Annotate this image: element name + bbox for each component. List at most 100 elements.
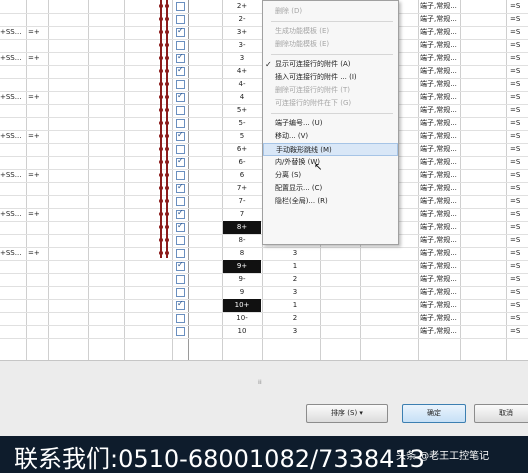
menu-item[interactable]: 端子编号... (U) bbox=[263, 117, 398, 130]
row-checkbox[interactable] bbox=[176, 182, 185, 193]
function-definition: 端子,常规... bbox=[420, 106, 457, 114]
device-tag: =S bbox=[510, 184, 521, 192]
menu-item[interactable]: 内/外替换 (W) bbox=[263, 156, 398, 169]
table-row[interactable]: 10+ 1 端子,常规... =S bbox=[0, 299, 528, 313]
terminal-pin: 4- bbox=[238, 80, 246, 88]
device-tag: =S bbox=[510, 28, 521, 36]
terminal-pin: 8- bbox=[238, 236, 246, 244]
jumper-node bbox=[159, 147, 163, 151]
row-structure: =+ bbox=[28, 210, 40, 218]
sort-button-label: 排序 (S) bbox=[331, 409, 358, 417]
jumper-node bbox=[159, 4, 163, 8]
table-row[interactable]: 9 3 端子,常规... =S bbox=[0, 286, 528, 300]
banner-text: 联系我们:0510-68001082/7338413 bbox=[14, 445, 425, 473]
row-checkbox[interactable] bbox=[176, 145, 185, 154]
check-icon: ✓ bbox=[265, 60, 272, 69]
row-structure bbox=[28, 117, 48, 130]
table-row[interactable]: 10- 2 端子,常规... =S bbox=[0, 312, 528, 326]
device-tag: =S bbox=[510, 327, 521, 335]
row-checkbox[interactable] bbox=[176, 208, 185, 219]
jumper-node bbox=[159, 108, 163, 112]
row-checkbox[interactable] bbox=[176, 80, 185, 89]
ok-button[interactable]: 确定 bbox=[402, 404, 466, 423]
jumper-node bbox=[165, 134, 169, 138]
row-checkbox[interactable] bbox=[176, 41, 185, 50]
sort-button[interactable]: 排序 (S) ▾ bbox=[306, 404, 388, 423]
row-target bbox=[0, 325, 24, 338]
row-structure bbox=[28, 325, 48, 338]
menu-item: 删除可连接行的附件 (T) bbox=[263, 84, 398, 97]
mouse-cursor-icon: ↖ bbox=[314, 162, 323, 173]
menu-item-label: 移动... (V) bbox=[275, 132, 309, 140]
table-row[interactable]: 9- 2 端子,常规... =S bbox=[0, 273, 528, 287]
row-target bbox=[0, 195, 24, 208]
row-checkbox[interactable] bbox=[176, 52, 185, 63]
table-row[interactable]: +SS... =+ 8 3 端子,常规... =S bbox=[0, 247, 528, 261]
splitter-grip-icon[interactable]: ⁞⁞ bbox=[258, 379, 268, 386]
row-checkbox[interactable] bbox=[176, 65, 185, 76]
row-checkbox[interactable] bbox=[176, 314, 185, 323]
menu-item[interactable]: 手动鞍形跳线 (M) bbox=[263, 143, 398, 156]
level-index: 1 bbox=[292, 301, 298, 309]
row-structure bbox=[28, 286, 48, 299]
menu-item: 删除功能模板 (E) bbox=[263, 38, 398, 51]
row-checkbox[interactable] bbox=[176, 221, 185, 232]
function-definition: 端子,常规... bbox=[420, 132, 457, 140]
terminal-pin: 10+ bbox=[223, 299, 261, 312]
row-target: +SS... bbox=[0, 210, 22, 218]
table-row[interactable]: 10 3 端子,常规... =S bbox=[0, 325, 528, 339]
function-definition: 端子,常规... bbox=[420, 197, 457, 205]
row-checkbox[interactable] bbox=[176, 249, 185, 258]
table-row[interactable]: 9+ 1 端子,常规... =S bbox=[0, 260, 528, 274]
row-checkbox[interactable] bbox=[176, 275, 185, 284]
terminal-pin: 6 bbox=[239, 171, 245, 179]
row-checkbox[interactable] bbox=[176, 26, 185, 37]
row-checkbox[interactable] bbox=[176, 236, 185, 245]
row-checkbox[interactable] bbox=[176, 2, 185, 11]
cancel-button[interactable]: 取消 bbox=[474, 404, 528, 423]
terminal-pin: 3 bbox=[239, 54, 245, 62]
row-structure bbox=[28, 13, 48, 26]
row-checkbox[interactable] bbox=[176, 171, 185, 180]
row-structure bbox=[28, 299, 48, 312]
terminal-pin: 2+ bbox=[236, 2, 248, 10]
row-checkbox[interactable] bbox=[176, 299, 185, 310]
jumper-node bbox=[165, 212, 169, 216]
jumper-node bbox=[165, 95, 169, 99]
jumper-node bbox=[165, 251, 169, 255]
menu-item[interactable]: 配置显示... (C) bbox=[263, 182, 398, 195]
jumper-node bbox=[159, 82, 163, 86]
menu-item[interactable]: 移动... (V) bbox=[263, 130, 398, 143]
terminal-pin: 10 bbox=[237, 327, 247, 335]
row-target bbox=[0, 143, 24, 156]
row-checkbox[interactable] bbox=[176, 15, 185, 24]
jumper-node bbox=[165, 147, 169, 151]
device-tag: =S bbox=[510, 54, 521, 62]
row-target bbox=[0, 273, 24, 286]
row-checkbox[interactable] bbox=[176, 130, 185, 141]
row-checkbox[interactable] bbox=[176, 260, 185, 271]
menu-item[interactable]: 分离 (S) bbox=[263, 169, 398, 182]
row-target: +SS... bbox=[0, 93, 22, 101]
menu-item[interactable]: ✓ 显示可连接行的附件 (A) bbox=[263, 58, 398, 71]
row-checkbox[interactable] bbox=[176, 288, 185, 297]
row-checkbox[interactable] bbox=[176, 197, 185, 206]
row-checkbox[interactable] bbox=[176, 156, 185, 167]
jumper-node bbox=[159, 199, 163, 203]
menu-item-label: 删除可连接行的附件 (T) bbox=[275, 86, 350, 94]
terminal-pin: 9+ bbox=[223, 260, 261, 273]
row-structure bbox=[28, 221, 48, 234]
row-target bbox=[0, 39, 24, 52]
row-checkbox[interactable] bbox=[176, 119, 185, 128]
row-checkbox[interactable] bbox=[176, 91, 185, 102]
row-target bbox=[0, 78, 24, 91]
menu-item[interactable]: 插入可连接行的附件 ... (I) bbox=[263, 71, 398, 84]
row-checkbox[interactable] bbox=[176, 327, 185, 336]
jumper-node bbox=[165, 69, 169, 73]
row-checkbox[interactable] bbox=[176, 106, 185, 115]
function-definition: 端子,常规... bbox=[420, 288, 457, 296]
device-tag: =S bbox=[510, 210, 521, 218]
function-definition: 端子,常规... bbox=[420, 145, 457, 153]
menu-item[interactable]: 隐栏(全局)... (R) bbox=[263, 195, 398, 208]
device-tag: =S bbox=[510, 15, 521, 23]
